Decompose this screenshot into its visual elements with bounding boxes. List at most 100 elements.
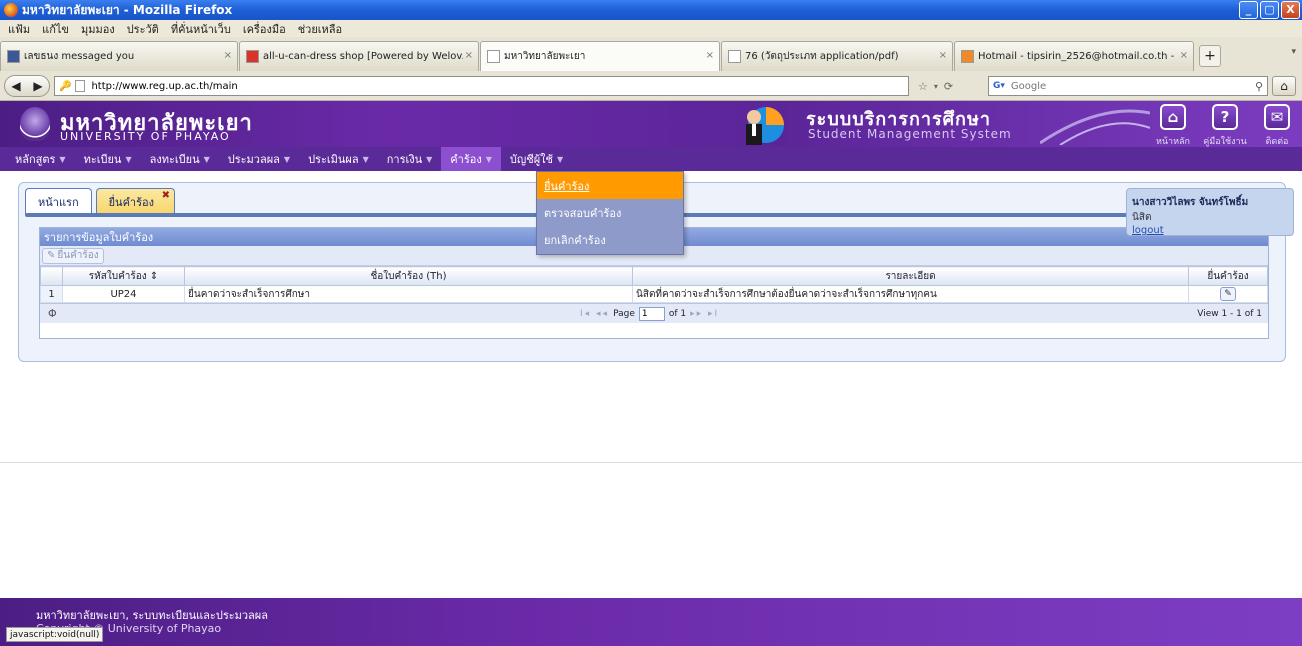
submit-request-button-label: ยื่นคำร้อง [57,250,99,261]
nav-item[interactable]: ประมวลผล ▼ [219,147,299,171]
search-bar[interactable]: G▾ ⚲ [988,76,1268,96]
nav-item[interactable]: การเงิน ▼ [378,147,442,171]
chevron-down-icon: ▼ [125,154,132,164]
chevron-down-icon: ▼ [362,154,369,164]
url-tools: ☆ ▾ ⟳ [918,76,982,96]
tab-home[interactable]: หน้าแรก [25,188,92,214]
maximize-button[interactable]: ▢ [1260,1,1279,19]
page-of-label: of 1 [668,308,687,319]
nav-item-label: บัญชีผู้ใช้ [509,153,553,166]
browser-tab[interactable]: เลขธนง messaged you × [0,41,238,71]
logout-link[interactable]: logout [1132,225,1288,236]
chevron-down-icon: ▼ [485,154,492,164]
menu-edit[interactable]: แก้ไข [42,20,69,38]
university-seal-icon [20,107,50,141]
nav-item[interactable]: คำร้อง ▼ [441,147,501,171]
chevron-down-icon: ▼ [426,154,433,164]
browser-tab[interactable]: มหาวิทยาลัยพะเยา × [480,41,720,71]
home-page-label[interactable]: หน้าหลัก [1148,134,1198,148]
window-titlebar: มหาวิทยาลัยพะเยา - Mozilla Firefox _ ▢ X [0,0,1302,20]
back-forward-buttons: ◀ ▶ [4,75,50,97]
back-arrow-icon[interactable]: ◀ [11,79,20,93]
close-button[interactable]: X [1281,1,1300,19]
hotmail-icon [961,50,974,63]
col-submit[interactable]: ยื่นคำร้อง [1188,266,1268,286]
home-icon: ⌂ [1280,79,1288,93]
menu-view[interactable]: มุมมอง [81,20,115,38]
tab-close-icon[interactable]: × [465,50,473,61]
tab-close-icon[interactable]: ✖ [162,190,170,201]
col-name[interactable]: ชื่อใบคำร้อง (Th) [184,266,633,286]
next-last-page-icon[interactable]: ▸▸ ▸I [690,309,719,319]
home-page-icon[interactable]: ⌂ [1160,104,1186,130]
forward-arrow-icon[interactable]: ▶ [33,79,42,93]
site-header: มหาวิทยาลัยพะเยา UNIVERSITY OF PHAYAO ระ… [0,101,1302,147]
chevron-down-icon: ▼ [283,154,291,164]
browser-tab[interactable]: 76 (วัตถุประเภท application/pdf) × [721,41,953,71]
pencil-icon: ✎ [47,250,56,261]
tab-close-icon[interactable]: × [706,50,714,61]
manual-help-label[interactable]: คู่มือใช้งาน [1200,134,1250,148]
edit-pencil-icon[interactable]: ✎ [1220,287,1236,301]
tab-home-label: หน้าแรก [38,195,79,209]
nav-item[interactable]: ลงทะเบียน ▼ [141,147,219,171]
browser-tab[interactable]: all-u-can-dress shop [Powered by Welov..… [239,41,479,71]
col-detail[interactable]: รายละเอียด [632,266,1189,286]
url-input[interactable] [91,80,908,92]
contact-label[interactable]: ติดต่อ [1252,134,1302,148]
menu-bookmarks[interactable]: ที่คั่นหน้าเว็บ [171,20,231,38]
tab-submit-request[interactable]: ยื่นคำร้อง ✖ [95,188,175,214]
search-input[interactable] [1010,80,1255,92]
minimize-button[interactable]: _ [1239,1,1258,19]
user-info-box: นางสาววิไลพร จันทร์โพธิ์ม นิสิต logout [1126,188,1294,236]
tab-close-icon[interactable]: × [224,50,232,61]
col-code[interactable]: รหัสใบคำร้อง ⇕ [62,266,185,286]
nav-item[interactable]: ประเมินผล ▼ [299,147,378,171]
page-divider [0,462,1302,463]
submit-request-button[interactable]: ✎ ยื่นคำร้อง [42,247,104,264]
chevron-down-icon: ▼ [203,154,210,164]
dropdown-item[interactable]: ตรวจสอบคำร้อง [537,199,683,226]
content-tabs: หน้าแรก ยื่นคำร้อง ✖ [25,188,175,214]
tabs-list-icon[interactable]: ▾ [1291,47,1296,57]
google-icon[interactable]: G▾ [993,81,1005,91]
manual-help-icon[interactable]: ? [1212,104,1238,130]
menu-history[interactable]: ประวัติ [127,20,159,38]
contact-mail-icon[interactable]: ✉ [1264,104,1290,130]
nav-item[interactable]: หลักสูตร ▼ [6,147,75,171]
refresh-icon[interactable]: Φ [48,307,57,320]
tab-submit-request-label: ยื่นคำร้อง [108,195,154,209]
request-table: รหัสใบคำร้อง ⇕ ชื่อใบคำร้อง (Th) รายละเอ… [40,266,1268,303]
table-row[interactable]: 1 UP24 ยื่นคาดว่าจะสำเร็จการศึกษา นิสิตท… [40,285,1268,303]
url-bar[interactable]: 🔑 [54,76,909,96]
bookmark-star-icon[interactable]: ☆ [918,80,928,93]
tab-close-icon[interactable]: × [939,50,947,61]
browser-tab[interactable]: Hotmail - tipsirin_2526@hotmail.co.th - … [954,41,1194,71]
nav-item[interactable]: บัญชีผู้ใช้ ▼ [501,147,572,171]
page-input[interactable] [638,306,665,321]
home-button[interactable]: ⌂ [1272,76,1296,96]
nav-item[interactable]: ทะเบียน ▼ [75,147,141,171]
nav-item-label: คำร้อง [450,153,482,166]
menu-help[interactable]: ช่วยเหลือ [298,20,342,38]
site-identity-icon[interactable]: 🔑 [59,81,71,92]
new-tab-button[interactable]: + [1199,45,1221,67]
tab-close-icon[interactable]: × [1180,50,1188,61]
reload-icon[interactable]: ⟳ [944,80,953,93]
dropdown-item[interactable]: ยกเลิกคำร้อง [537,226,683,253]
nav-item-label: ลงทะเบียน [149,153,200,166]
window-controls: _ ▢ X [1239,1,1300,19]
browser-tab-label: Hotmail - tipsirin_2526@hotmail.co.th - … [978,51,1178,62]
status-bar-text: javascript:void(null) [6,627,104,642]
menu-tools[interactable]: เครื่องมือ [243,20,286,38]
page-icon [75,80,86,92]
request-dropdown-menu: ยื่นคำร้อง ตรวจสอบคำร้อง ยกเลิกคำร้อง [536,171,684,255]
user-name: นางสาววิไลพร จันทร์โพธิ์ม [1132,197,1249,208]
search-icon[interactable]: ⚲ [1255,80,1263,93]
nav-item-label: หลักสูตร [15,153,56,166]
history-dropdown-icon[interactable]: ▾ [934,82,938,91]
firefox-icon [4,3,18,17]
first-prev-page-icon[interactable]: I◂ ◂◂ [580,309,609,319]
menu-file[interactable]: แฟ้ม [8,20,30,38]
dropdown-item[interactable]: ยื่นคำร้อง [537,172,683,199]
